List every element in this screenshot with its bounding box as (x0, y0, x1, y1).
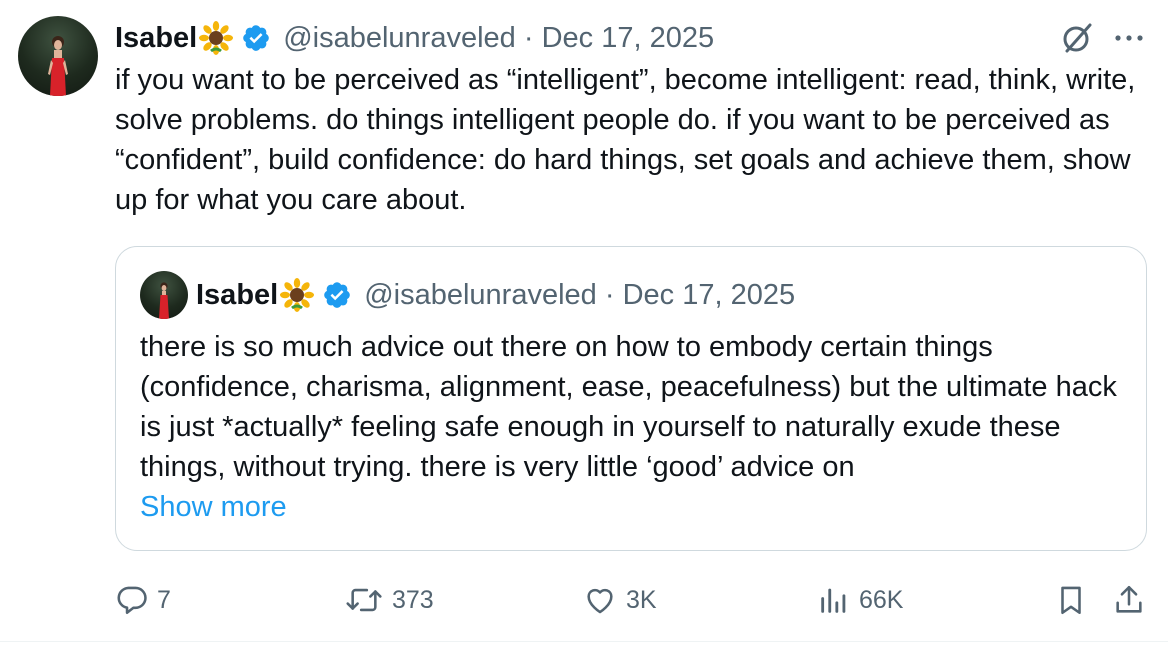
quoted-tweet-text: there is so much advice out there on how… (140, 331, 1117, 483)
verified-badge-icon[interactable] (241, 23, 271, 53)
show-more-link[interactable]: Show more (140, 487, 287, 527)
views-button[interactable]: 66K (817, 578, 903, 622)
tweet: Isabel @isabelunraveled · Dec 17, 2025 i… (0, 0, 1168, 645)
repost-button[interactable]: 373 (344, 578, 434, 622)
author-avatar[interactable] (18, 16, 98, 96)
bookmark-icon (1061, 586, 1081, 615)
author-name[interactable]: Isabel (115, 22, 197, 55)
verified-badge-icon[interactable] (322, 280, 352, 310)
heart-icon (587, 588, 613, 614)
avatar-portrait-icon (48, 36, 68, 96)
bookmark-button[interactable] (1054, 578, 1088, 622)
quoted-author-name[interactable]: Isabel (196, 279, 278, 312)
share-button[interactable] (1112, 578, 1146, 622)
quoted-tweet-header: Isabel @isabelunraveled · Dec 17, 2025 (196, 275, 795, 315)
reply-count: 7 (157, 585, 171, 614)
more-icon[interactable] (1111, 24, 1147, 52)
quoted-author-handle[interactable]: @isabelunraveled (364, 279, 597, 312)
sunflower-emoji-icon (199, 21, 234, 55)
tweet-text: if you want to be perceived as “intellig… (115, 64, 1136, 216)
meta-separator: · (596, 278, 623, 311)
analytics-icon (821, 588, 846, 613)
quoted-tweet[interactable]: Isabel @isabelunraveled · Dec 17, 2025 t… (115, 246, 1147, 551)
sunflower-emoji-icon (280, 278, 315, 312)
quoted-tweet-date[interactable]: Dec 17, 2025 (623, 279, 796, 312)
reply-icon (117, 586, 147, 615)
grok-icon[interactable] (1059, 20, 1095, 56)
tweet-date[interactable]: Dec 17, 2025 (542, 22, 715, 55)
tweet-header: Isabel @isabelunraveled · Dec 17, 2025 (115, 18, 714, 58)
reply-button[interactable]: 7 (115, 578, 171, 622)
like-button[interactable]: 3K (582, 578, 657, 622)
like-count: 3K (626, 585, 657, 614)
meta-separator: · (515, 21, 542, 54)
repost-icon (346, 588, 382, 612)
share-icon (1116, 585, 1142, 613)
views-count: 66K (859, 585, 904, 614)
divider (0, 641, 1168, 642)
author-handle[interactable]: @isabelunraveled (283, 22, 516, 55)
quoted-author-avatar[interactable] (140, 271, 188, 319)
action-bar: 7 373 3K 66K (0, 578, 1168, 622)
avatar-portrait-icon (159, 282, 169, 319)
repost-count: 373 (392, 585, 434, 614)
